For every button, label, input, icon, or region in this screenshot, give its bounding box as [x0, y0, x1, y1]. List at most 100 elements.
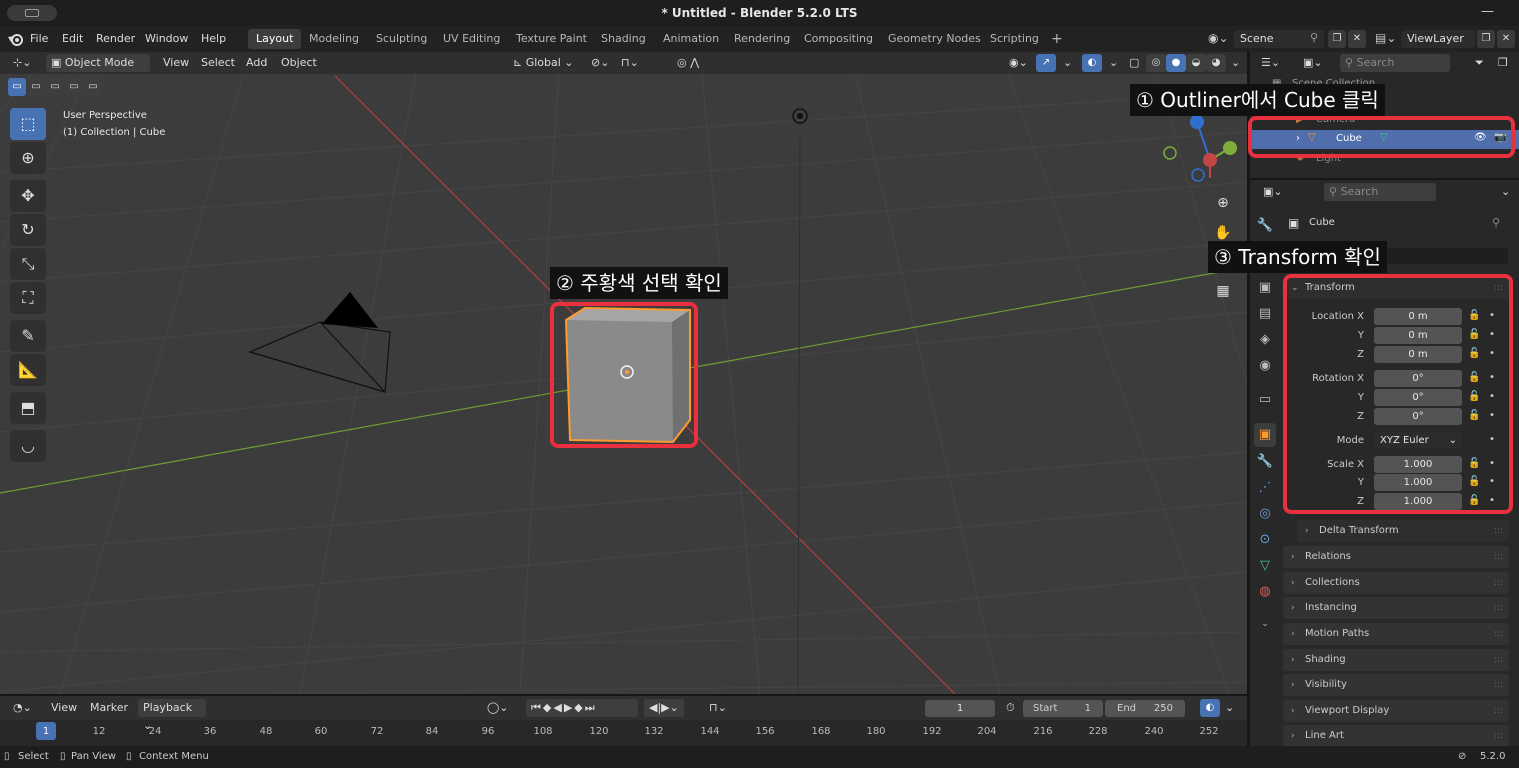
- timeline-editor-icon[interactable]: ◔⌄: [8, 699, 37, 717]
- add-cube-tool-icon[interactable]: ⬒: [10, 392, 46, 424]
- drag-grip-icon[interactable]: :::: [1494, 649, 1503, 671]
- panel-shading[interactable]: › Shading:::: [1283, 649, 1509, 671]
- delete-view-layer-button[interactable]: ✕: [1497, 30, 1515, 48]
- menu-help[interactable]: Help: [201, 26, 226, 52]
- tab-compositing[interactable]: Compositing: [796, 29, 881, 49]
- select-new-icon[interactable]: ▭: [8, 78, 26, 96]
- select-extend-icon[interactable]: ▭: [27, 78, 45, 96]
- new-view-layer-button[interactable]: ❐: [1477, 30, 1495, 48]
- timeline-menu-view[interactable]: View: [46, 699, 82, 717]
- select-invert-icon[interactable]: ▭: [65, 78, 83, 96]
- panel-relations[interactable]: › Relations:::: [1283, 546, 1509, 568]
- shading-dropdown-icon[interactable]: ⌄: [1226, 54, 1245, 72]
- move-tool-icon[interactable]: ✥: [10, 180, 46, 212]
- panel-collections[interactable]: › Collections:::: [1283, 572, 1509, 594]
- panel-line-art[interactable]: › Line Art:::: [1283, 725, 1509, 747]
- timeline-overlay-icon[interactable]: ◐: [1200, 699, 1220, 717]
- panel-visibility[interactable]: › Visibility:::: [1283, 674, 1509, 696]
- output-tab-icon[interactable]: ▤: [1254, 302, 1276, 326]
- scale-tool-icon[interactable]: ⤡: [10, 248, 46, 280]
- drag-grip-icon[interactable]: :::: [1494, 597, 1503, 619]
- gizmo-toggle-icon[interactable]: ↗: [1036, 54, 1056, 72]
- scene-icon[interactable]: ◉⌄: [1208, 31, 1229, 45]
- curve-tool-icon[interactable]: ◡: [10, 430, 46, 462]
- constraints-tab-icon[interactable]: ⊙: [1254, 528, 1276, 552]
- select-intersect-icon[interactable]: ▭: [84, 78, 102, 96]
- view-layer-tab-icon[interactable]: ◈: [1254, 328, 1276, 352]
- drag-grip-icon[interactable]: :::: [1494, 725, 1503, 747]
- end-frame-field[interactable]: End 250: [1105, 700, 1185, 717]
- panel-instancing[interactable]: › Instancing:::: [1283, 597, 1509, 619]
- select-subtract-icon[interactable]: ▭: [46, 78, 64, 96]
- cursor-tool-icon[interactable]: ⊕: [10, 142, 46, 174]
- drag-grip-icon[interactable]: :::: [1494, 674, 1503, 696]
- particles-tab-icon[interactable]: ⋰: [1254, 476, 1276, 500]
- snap-icon[interactable]: ⊓⌄: [616, 54, 644, 72]
- transform-orientation-dropdown[interactable]: ⊾ Global ⌄: [508, 54, 579, 72]
- start-frame-field[interactable]: Start 1: [1023, 700, 1103, 717]
- transform-tool-icon[interactable]: ⛶: [10, 282, 46, 314]
- playback-controls[interactable]: ⏮◆◀▶◆⏭: [526, 699, 638, 717]
- auto-keying-icon[interactable]: ◯⌄: [482, 699, 514, 717]
- object-tab-icon[interactable]: ▣: [1254, 423, 1276, 447]
- measure-tool-icon[interactable]: 📐: [10, 354, 46, 386]
- more-tabs-icon[interactable]: ⌄: [1254, 612, 1276, 636]
- tab-rendering[interactable]: Rendering: [726, 29, 798, 49]
- menu-window[interactable]: Window: [145, 26, 188, 52]
- panel-motion-paths[interactable]: › Motion Paths:::: [1283, 623, 1509, 645]
- render-tab-icon[interactable]: ▣: [1254, 276, 1276, 300]
- pin-icon[interactable]: ⚲: [1310, 31, 1318, 44]
- timeline-overlay-dropdown-icon[interactable]: ⌄: [1220, 699, 1239, 717]
- menu-object[interactable]: Object: [276, 54, 322, 72]
- properties-options-icon[interactable]: ⌄: [1496, 183, 1515, 201]
- timeline-menu-marker[interactable]: Marker: [85, 699, 133, 717]
- outliner-search-input[interactable]: ⚲ Search: [1340, 54, 1450, 72]
- tool-tab-icon[interactable]: 🔧: [1254, 214, 1276, 238]
- physics-tab-icon[interactable]: ◎: [1254, 502, 1276, 526]
- rotate-tool-icon[interactable]: ↻: [10, 214, 46, 246]
- scene-tab-icon[interactable]: ◉: [1254, 354, 1276, 378]
- gizmo-dropdown-icon[interactable]: ⌄: [1058, 54, 1077, 72]
- drag-grip-icon[interactable]: :::: [1494, 700, 1503, 722]
- editor-type-icon[interactable]: ⊹⌄: [8, 54, 36, 72]
- proportional-edit-icon[interactable]: ◎ ⋀: [672, 54, 704, 72]
- new-scene-button[interactable]: ❐: [1328, 30, 1346, 48]
- sidebar-toggle-button[interactable]: [7, 5, 57, 21]
- playback-dropdown[interactable]: Playback ⌄: [138, 699, 206, 732]
- pivot-point-icon[interactable]: ⊘⌄: [586, 54, 614, 72]
- minimize-button[interactable]: —: [1481, 0, 1494, 24]
- add-workspace-button[interactable]: +: [1043, 29, 1071, 49]
- view-layer-field[interactable]: ViewLayer: [1401, 30, 1475, 48]
- tab-sculpting[interactable]: Sculpting: [368, 29, 435, 49]
- current-frame-field[interactable]: 1: [925, 700, 995, 717]
- tab-geometry-nodes[interactable]: Geometry Nodes: [880, 29, 989, 49]
- menu-file[interactable]: File: [30, 26, 48, 52]
- tab-uv-editing[interactable]: UV Editing: [435, 29, 508, 49]
- annotate-tool-icon[interactable]: ✎: [10, 320, 46, 352]
- properties-editor-icon[interactable]: ▣⌄: [1258, 183, 1288, 201]
- modifier-tab-icon[interactable]: 🔧: [1254, 450, 1276, 474]
- zoom-icon[interactable]: ⊕: [1210, 190, 1236, 216]
- overlay-dropdown-icon[interactable]: ⌄: [1104, 54, 1123, 72]
- tab-scripting[interactable]: Scripting: [982, 29, 1047, 49]
- panel-delta-transform[interactable]: › Delta Transform:::: [1297, 520, 1509, 542]
- select-box-tool-icon[interactable]: ⬚: [10, 108, 46, 140]
- panel-viewport-display[interactable]: › Viewport Display:::: [1283, 700, 1509, 722]
- outliner-editor-icon[interactable]: ☰⌄: [1256, 54, 1285, 72]
- drag-grip-icon[interactable]: :::: [1494, 572, 1503, 594]
- xray-toggle-icon[interactable]: ▢: [1124, 54, 1144, 72]
- display-mode-icon[interactable]: ▣⌄: [1298, 54, 1328, 72]
- view-layer-icon[interactable]: ▤⌄: [1375, 31, 1396, 45]
- mode-dropdown[interactable]: ▣ Object Mode ⌄: [46, 54, 150, 87]
- properties-search-input[interactable]: ⚲ Search: [1324, 183, 1436, 201]
- solid-shading-icon[interactable]: ●: [1166, 54, 1186, 72]
- tab-modeling[interactable]: Modeling: [301, 29, 367, 49]
- rendered-shading-icon[interactable]: ◕: [1206, 54, 1226, 72]
- drag-grip-icon[interactable]: :::: [1494, 546, 1503, 568]
- tab-animation[interactable]: Animation: [655, 29, 727, 49]
- tab-shading[interactable]: Shading: [593, 29, 654, 49]
- filter-icon[interactable]: ⏷: [1470, 54, 1489, 72]
- visibility-icon[interactable]: ◉⌄: [1004, 54, 1033, 72]
- menu-add[interactable]: Add: [241, 54, 272, 72]
- pin-icon[interactable]: ⚲: [1492, 216, 1500, 229]
